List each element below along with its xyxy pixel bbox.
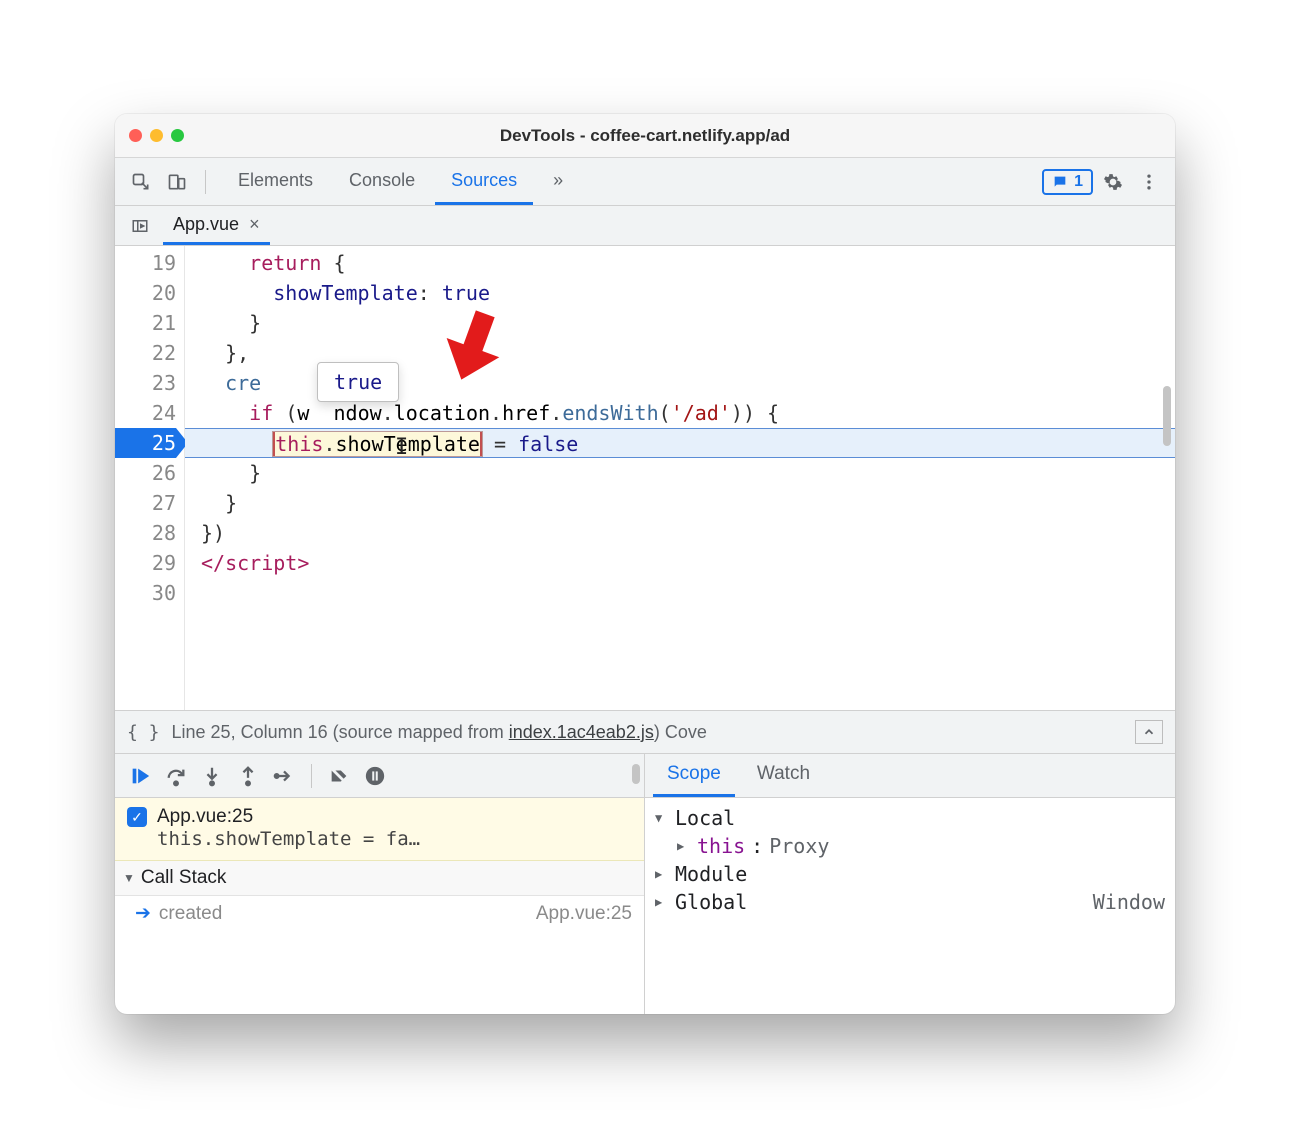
devtools-window: DevTools - coffee-cart.netlify.app/ad El… [115,114,1175,1014]
line-number[interactable]: 24 [115,398,176,428]
toolbar-separator [205,170,206,194]
callstack-frame[interactable]: ➔created App.vue:25 [115,896,644,931]
disclosure-triangle-icon: ▶ [655,867,669,881]
inspect-element-icon[interactable] [125,166,157,198]
source-map-label: (source mapped from [333,722,509,742]
breakpoint-entry[interactable]: ✓ App.vue:25 this.showTemplate = fa… [115,798,644,861]
tab-sources[interactable]: Sources [435,158,533,205]
code-line[interactable] [185,578,1175,608]
code-line[interactable]: } [185,488,1175,518]
close-window-icon[interactable] [129,129,142,142]
debugger-left-pane: ✓ App.vue:25 this.showTemplate = fa… ▼ C… [115,754,645,1014]
scope-var-this[interactable]: ▶ this: Proxy [655,832,1165,860]
pause-on-exceptions-icon[interactable] [358,759,392,793]
window-controls [129,129,184,142]
breakpoint-checkbox[interactable]: ✓ [127,807,147,827]
step-icon[interactable] [267,759,301,793]
more-menu-icon[interactable] [1133,166,1165,198]
annotation-arrow-icon [425,292,525,392]
step-over-icon[interactable] [159,759,193,793]
code-line[interactable]: } [185,458,1175,488]
deactivate-breakpoints-icon[interactable] [322,759,356,793]
settings-gear-icon[interactable] [1097,166,1129,198]
line-number[interactable]: 27 [115,488,176,518]
cursor-position: Line 25, Column 16 [172,722,328,742]
resume-icon[interactable] [123,759,157,793]
line-number[interactable]: 29 [115,548,176,578]
line-number[interactable]: 23 [115,368,176,398]
tab-watch[interactable]: Watch [743,754,824,797]
tab-overflow[interactable]: » [537,158,579,205]
current-frame-icon: ➔ [135,903,151,924]
panel-tabs: Elements Console Sources » [222,158,579,205]
tab-console[interactable]: Console [333,158,431,205]
scope-section-local[interactable]: ▼ Local [655,804,1165,832]
step-into-icon[interactable] [195,759,229,793]
disclosure-triangle-icon: ▼ [655,811,669,825]
scope-section-module[interactable]: ▶ Module [655,860,1165,888]
issues-badge[interactable]: 1 [1042,169,1093,195]
breakpoint-code: this.showTemplate = fa… [157,828,632,850]
minimize-window-icon[interactable] [150,129,163,142]
status-tail: Cove [660,722,707,742]
value-tooltip: true [317,362,399,402]
disclosure-triangle-icon: ▶ [677,839,691,853]
file-tab-app-vue[interactable]: App.vue × [163,206,270,245]
frame-location: App.vue:25 [536,903,632,925]
zoom-window-icon[interactable] [171,129,184,142]
issues-count: 1 [1074,173,1083,191]
code-line[interactable]: if (w ndow.location.href.endsWith('/ad')… [185,398,1175,428]
line-number[interactable]: 28 [115,518,176,548]
breakpoint-location: App.vue:25 [157,806,253,828]
scope-section-global[interactable]: ▶ Global Window [655,888,1165,916]
code-line-breakpoint[interactable]: this.showTemplate = false 𝙸 [185,428,1175,458]
scrollbar-thumb[interactable] [632,764,640,784]
debugger-panel: ✓ App.vue:25 this.showTemplate = fa… ▼ C… [115,754,1175,1014]
line-number-gutter[interactable]: 19 20 21 22 23 24 25 26 27 28 29 30 [115,246,185,710]
code-line[interactable]: } [185,308,1175,338]
line-number[interactable]: 19 [115,248,176,278]
step-out-icon[interactable] [231,759,265,793]
code-line[interactable]: }) [185,518,1175,548]
main-toolbar: Elements Console Sources » 1 [115,158,1175,206]
pretty-print-icon[interactable]: { } [127,722,160,743]
code-area[interactable]: return { showTemplate: true } }, cre { i… [185,246,1175,710]
close-tab-icon[interactable]: × [249,214,260,235]
code-line[interactable]: return { [185,248,1175,278]
line-number[interactable]: 20 [115,278,176,308]
debugger-right-pane: Scope Watch ▼ Local ▶ this: Proxy ▶ [645,754,1175,1014]
line-number-breakpoint[interactable]: 25 [115,428,176,458]
file-tab-name: App.vue [173,214,239,235]
scrollbar-thumb[interactable] [1163,386,1171,446]
disclosure-triangle-icon: ▼ [123,871,135,885]
source-map-link[interactable]: index.1ac4eab2.js [509,722,654,742]
debugger-toolbar [115,754,644,798]
show-drawer-icon[interactable] [1135,720,1163,744]
line-number[interactable]: 26 [115,458,176,488]
line-number[interactable]: 22 [115,338,176,368]
code-line[interactable]: </script> [185,548,1175,578]
navigator-toggle-icon[interactable] [125,211,155,241]
device-toolbar-icon[interactable] [161,166,193,198]
titlebar: DevTools - coffee-cart.netlify.app/ad [115,114,1175,158]
toolbar-separator [311,764,312,788]
line-number[interactable]: 30 [115,578,176,608]
source-file-tabs: App.vue × [115,206,1175,246]
disclosure-triangle-icon: ▶ [655,895,669,909]
editor-status-bar: { } Line 25, Column 16 (source mapped fr… [115,710,1175,754]
code-editor[interactable]: 19 20 21 22 23 24 25 26 27 28 29 30 retu… [115,246,1175,710]
scope-body: ▼ Local ▶ this: Proxy ▶ Module ▶ Globa [645,798,1175,1014]
tab-scope[interactable]: Scope [653,754,735,797]
line-number[interactable]: 21 [115,308,176,338]
tab-elements[interactable]: Elements [222,158,329,205]
callstack-header[interactable]: ▼ Call Stack [115,861,644,896]
code-line[interactable]: showTemplate: true [185,278,1175,308]
window-title: DevTools - coffee-cart.netlify.app/ad [115,126,1175,146]
scope-tabs: Scope Watch [645,754,1175,798]
